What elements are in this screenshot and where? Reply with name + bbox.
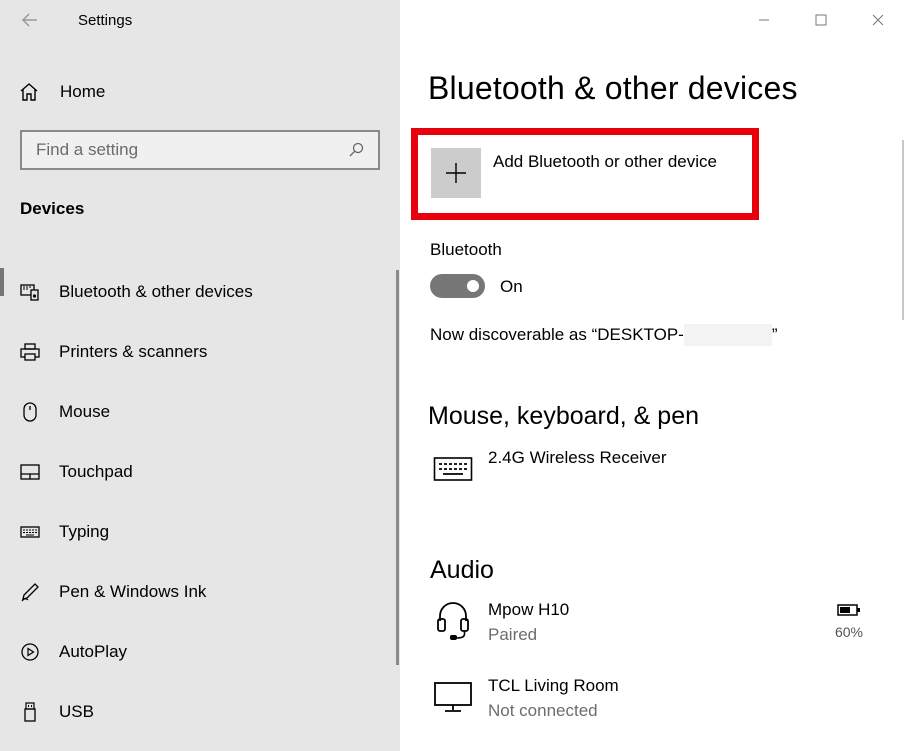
section-audio: Audio <box>430 556 494 584</box>
touchpad-icon <box>20 462 40 482</box>
section-title: Devices <box>20 199 85 218</box>
device-item[interactable]: 2.4G Wireless Receiver <box>432 448 667 490</box>
device-info: 2.4G Wireless Receiver <box>488 448 667 490</box>
sidebar-item-pen[interactable]: Pen & Windows Ink <box>0 562 400 622</box>
maximize-button[interactable] <box>792 0 849 40</box>
sidebar-item-label: USB <box>59 702 94 721</box>
bluetooth-devices-icon <box>20 282 40 302</box>
battery-percent: 60% <box>834 624 864 640</box>
sidebar-item-typing[interactable]: Typing <box>0 502 400 562</box>
printer-icon <box>20 342 40 362</box>
app-title: Settings <box>78 12 133 29</box>
sidebar-item-touchpad[interactable]: Touchpad <box>0 442 400 502</box>
plus-icon <box>446 163 466 183</box>
window-controls <box>735 0 906 40</box>
battery-indicator: 60% <box>834 603 864 640</box>
device-item[interactable]: TCL Living Room Not connected <box>432 676 619 721</box>
close-icon <box>872 14 883 26</box>
maximize-icon <box>815 14 826 26</box>
sidebar-item-label: Mouse <box>59 402 111 421</box>
back-button[interactable] <box>18 8 42 32</box>
sidebar-nav: Bluetooth & other devices Printers & sca… <box>0 262 400 742</box>
bluetooth-label: Bluetooth <box>430 240 502 259</box>
keyboard-icon <box>20 522 40 542</box>
autoplay-icon <box>20 642 40 662</box>
device-name: Mpow H10 <box>488 600 570 619</box>
sidebar-item-mouse[interactable]: Mouse <box>0 382 400 442</box>
close-button[interactable] <box>849 0 906 40</box>
home-nav-item[interactable]: Home <box>18 79 105 105</box>
discoverable-suffix: ” <box>771 325 778 344</box>
minimize-icon <box>758 19 769 21</box>
section-mouse-keyboard-pen: Mouse, keyboard, & pen <box>428 402 699 430</box>
home-label: Home <box>60 82 106 101</box>
sidebar-scrollbar[interactable] <box>396 270 399 665</box>
device-info: TCL Living Room Not connected <box>488 676 619 721</box>
home-icon <box>20 83 38 101</box>
headset-icon <box>432 600 474 642</box>
device-status: Not connected <box>488 701 598 720</box>
page-title: Bluetooth & other devices <box>428 70 798 106</box>
monitor-icon <box>432 676 474 718</box>
device-item[interactable]: Mpow H10 Paired <box>432 600 569 645</box>
sidebar-item-printers[interactable]: Printers & scanners <box>0 322 400 382</box>
pen-icon <box>20 582 40 602</box>
search-box[interactable] <box>20 130 380 170</box>
discoverable-prefix: Now discoverable as “DESKTOP- <box>430 325 684 344</box>
sidebar-item-autoplay[interactable]: AutoPlay <box>0 622 400 682</box>
bluetooth-state: On <box>500 277 523 296</box>
usb-icon <box>20 702 40 722</box>
device-name: 2.4G Wireless Receiver <box>488 448 667 467</box>
add-device-label: Add Bluetooth or other device <box>493 152 717 171</box>
sidebar-item-label: Pen & Windows Ink <box>59 582 207 601</box>
add-tile <box>431 148 481 198</box>
device-name: TCL Living Room <box>488 676 619 695</box>
sidebar-item-label: Bluetooth & other devices <box>59 282 253 301</box>
main-scrollbar[interactable] <box>902 140 904 320</box>
sidebar: Settings Home Devices Bluetooth & other … <box>0 0 400 751</box>
sidebar-item-usb[interactable]: USB <box>0 682 400 742</box>
mouse-icon <box>20 402 40 422</box>
bluetooth-toggle[interactable] <box>430 274 485 298</box>
minimize-button[interactable] <box>735 0 792 40</box>
sidebar-item-label: AutoPlay <box>59 642 128 661</box>
add-device-button[interactable]: Add Bluetooth or other device <box>431 148 717 198</box>
sidebar-item-label: Touchpad <box>59 462 133 481</box>
search-input[interactable] <box>36 140 348 160</box>
redacted-name <box>683 324 772 346</box>
search-icon[interactable] <box>348 142 364 158</box>
battery-icon <box>837 604 860 616</box>
device-status: Paired <box>488 625 538 644</box>
keyboard-icon <box>432 448 474 490</box>
sidebar-item-label: Printers & scanners <box>59 342 208 361</box>
device-info: Mpow H10 Paired <box>488 600 569 645</box>
main-pane: Bluetooth & other devices Add Bluetooth … <box>400 0 906 751</box>
sidebar-item-bluetooth[interactable]: Bluetooth & other devices <box>0 262 400 322</box>
toggle-knob <box>467 280 479 292</box>
back-arrow-icon <box>21 13 37 27</box>
discoverable-text: Now discoverable as “DESKTOP- ” <box>430 324 778 346</box>
sidebar-item-label: Typing <box>59 522 110 541</box>
